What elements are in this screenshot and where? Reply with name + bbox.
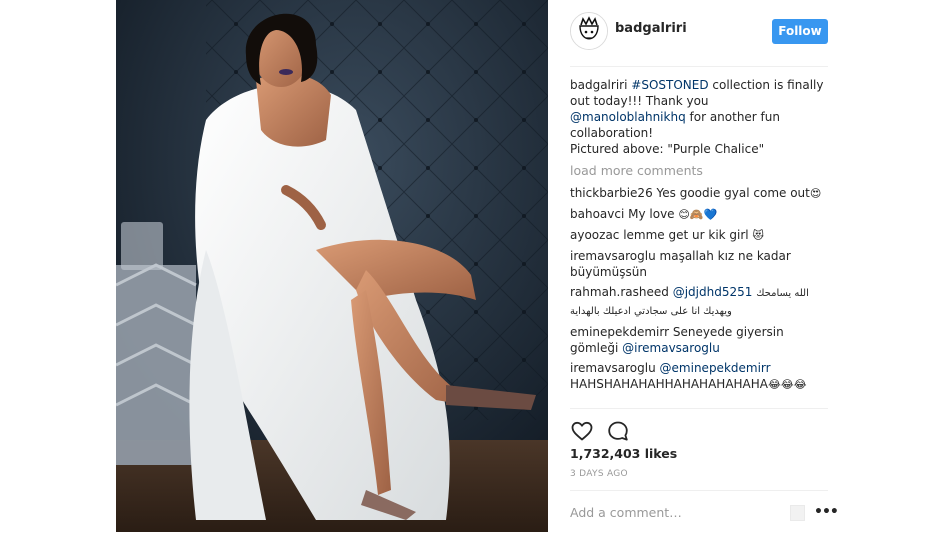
comment-emoji: 😻 xyxy=(752,229,764,242)
comment-text: lemme get ur kik girl xyxy=(619,228,753,242)
caption: badgalriri #SOSTONED collection is final… xyxy=(570,77,828,157)
comment-text: My love xyxy=(624,207,679,221)
caption-username[interactable]: badgalriri xyxy=(570,78,627,92)
post-panel: badgalriri Follow badgalriri #SOSTONED c… xyxy=(570,0,839,534)
comment-emoji: 😂😂😂 xyxy=(768,378,807,391)
comment: rahmah.rasheed @jdjdhd5251 الله يسامحك و… xyxy=(570,284,828,320)
comment-username[interactable]: eminepekdemirr xyxy=(570,325,669,339)
emoji-placeholder-icon xyxy=(790,505,805,521)
comment-mention[interactable]: @eminepekdemirr xyxy=(660,361,771,375)
load-more-comments-link[interactable]: load more comments xyxy=(570,163,828,179)
add-comment-input[interactable] xyxy=(570,503,770,521)
comment-username[interactable]: iremavsaroglu xyxy=(570,249,656,263)
post-photo[interactable] xyxy=(116,0,548,532)
comment-username[interactable]: bahoavci xyxy=(570,207,624,221)
comment: eminepekdemirr Seneyede giyersin gömleği… xyxy=(570,324,828,356)
post-header: badgalriri Follow xyxy=(570,0,828,67)
comment-username[interactable]: ayoozac xyxy=(570,228,619,242)
comments-list[interactable]: badgalriri #SOSTONED collection is final… xyxy=(570,77,828,407)
comment: thickbarbie26 Yes goodie gyal come out😍 xyxy=(570,185,828,202)
comment: iremavsaroglu maşallah kız ne kadar büyü… xyxy=(570,248,828,280)
follow-button[interactable]: Follow xyxy=(772,19,828,44)
comment: ayoozac lemme get ur kik girl 😻 xyxy=(570,227,828,244)
heart-icon[interactable] xyxy=(570,419,594,443)
comment-icon[interactable] xyxy=(606,419,630,443)
comment-username[interactable]: rahmah.rasheed xyxy=(570,285,669,299)
comment-username[interactable]: thickbarbie26 xyxy=(570,186,653,200)
comment-emoji: 😍 xyxy=(809,187,822,200)
comment: bahoavci My love 😊🙈💙 xyxy=(570,206,828,223)
post-username[interactable]: badgalriri xyxy=(615,21,687,36)
post-timestamp[interactable]: 3 DAYS AGO xyxy=(570,469,628,479)
add-comment-bar: ••• xyxy=(570,490,839,534)
caption-mention[interactable]: @manoloblahnikhq xyxy=(570,110,686,124)
more-options-icon[interactable]: ••• xyxy=(814,505,839,519)
avatar-drawing-icon xyxy=(571,13,607,49)
comment-mention[interactable]: @jdjdhd5251 xyxy=(673,285,753,299)
comment-text: HAHSHAHAHAHHAHAHAHAHAHA xyxy=(570,377,768,391)
comment-text: Yes goodie gyal come out xyxy=(652,186,810,200)
comment-mention[interactable]: @iremavsaroglu xyxy=(622,341,720,355)
comment-emoji: 😊🙈💙 xyxy=(678,208,718,221)
post-actions xyxy=(570,408,828,443)
caption-hashtag[interactable]: #SOSTONED xyxy=(631,78,708,92)
avatar[interactable] xyxy=(570,12,608,50)
comment-username[interactable]: iremavsaroglu xyxy=(570,361,656,375)
comment: iremavsaroglu @eminepekdemirr HAHSHAHAHA… xyxy=(570,360,828,393)
likes-count[interactable]: 1,732,403 likes xyxy=(570,446,677,461)
caption-text-3: Pictured above: "Purple Chalice" xyxy=(570,142,765,156)
